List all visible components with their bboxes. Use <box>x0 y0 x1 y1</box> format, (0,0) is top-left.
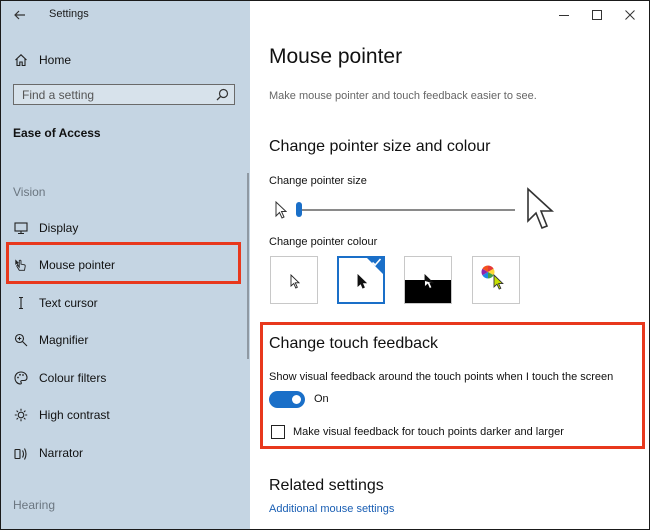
search-box[interactable] <box>13 84 235 105</box>
colour-option-white[interactable] <box>270 256 318 304</box>
search-input[interactable] <box>14 85 217 104</box>
toggle-state-label: On <box>314 393 329 405</box>
darker-feedback-checkbox[interactable] <box>271 425 285 439</box>
small-pointer-icon <box>275 201 287 219</box>
close-icon <box>625 10 635 20</box>
app-title: Settings <box>49 8 89 20</box>
maximize-icon <box>592 10 602 20</box>
magnifier-icon <box>14 333 28 347</box>
text-cursor-icon <box>14 296 28 310</box>
colour-filters-icon <box>14 371 28 385</box>
section-title: Ease of Access <box>13 126 101 140</box>
touch-feedback-label: Show visual feedback around the touch po… <box>269 371 614 383</box>
sidebar-item-label: Display <box>39 221 79 235</box>
home-label: Home <box>39 53 72 67</box>
title-bar: Settings <box>1 1 250 29</box>
pointer-size-slider-track[interactable] <box>298 209 515 211</box>
group-label-hearing: Hearing <box>13 498 56 512</box>
sidebar-scrollbar[interactable] <box>247 173 249 359</box>
colour-option-inverted[interactable] <box>404 256 452 304</box>
sidebar-item-label: Narrator <box>39 446 84 460</box>
sidebar-item-display[interactable]: Display <box>1 214 241 242</box>
sidebar-item-label: Colour filters <box>39 371 107 385</box>
sidebar-item-label: Text cursor <box>39 296 98 310</box>
related-settings-heading: Related settings <box>269 477 384 494</box>
inverted-pointer-icon <box>424 274 434 289</box>
checkmark-icon <box>371 258 382 267</box>
large-pointer-icon <box>527 187 555 230</box>
home-icon <box>14 53 28 67</box>
pointer-section-heading: Change pointer size and colour <box>269 138 491 155</box>
sidebar-item-magnifier[interactable]: Magnifier <box>1 326 241 354</box>
home-link[interactable]: Home <box>1 47 250 73</box>
sidebar: Settings Home Ease of Access Vision Disp… <box>1 1 250 529</box>
toggle-knob <box>292 395 301 404</box>
sidebar-item-label: Magnifier <box>39 333 89 347</box>
display-icon <box>14 221 28 235</box>
black-pointer-icon <box>357 274 367 289</box>
minimize-icon <box>559 15 569 16</box>
settings-window: Settings Home Ease of Access Vision Disp… <box>0 0 650 530</box>
narrator-icon <box>14 446 28 460</box>
group-label-vision: Vision <box>13 185 46 199</box>
sidebar-item-high-contrast[interactable]: High contrast <box>1 401 241 429</box>
close-button[interactable] <box>613 3 647 27</box>
page-title: Mouse pointer <box>269 45 403 68</box>
highlight-box-mouse-pointer <box>6 242 241 284</box>
maximize-button[interactable] <box>580 3 614 27</box>
additional-mouse-settings-link[interactable]: Additional mouse settings <box>269 503 394 515</box>
pointer-size-label: Change pointer size <box>269 175 367 187</box>
colour-option-black[interactable] <box>337 256 385 304</box>
colour-option-custom[interactable] <box>472 256 520 304</box>
touch-feedback-toggle[interactable] <box>269 391 305 408</box>
custom-pointer-icon <box>493 274 504 290</box>
minimize-button[interactable] <box>547 3 581 27</box>
darker-feedback-label: Make visual feedback for touch points da… <box>293 426 564 438</box>
search-icon[interactable] <box>216 88 229 101</box>
sidebar-item-text-cursor[interactable]: Text cursor <box>1 289 241 317</box>
touch-section-heading: Change touch feedback <box>269 335 439 352</box>
back-button[interactable] <box>7 3 33 27</box>
sidebar-item-colour-filters[interactable]: Colour filters <box>1 364 241 392</box>
pointer-size-slider-thumb[interactable] <box>296 202 302 217</box>
back-arrow-icon <box>14 10 25 20</box>
sidebar-item-narrator[interactable]: Narrator <box>1 439 241 467</box>
sidebar-item-label: High contrast <box>39 408 110 422</box>
main-panel: Mouse pointer Make mouse pointer and tou… <box>250 1 649 529</box>
page-description: Make mouse pointer and touch feedback ea… <box>269 90 537 102</box>
high-contrast-icon <box>14 408 28 422</box>
white-pointer-icon <box>290 274 300 289</box>
pointer-colour-label: Change pointer colour <box>269 236 378 248</box>
